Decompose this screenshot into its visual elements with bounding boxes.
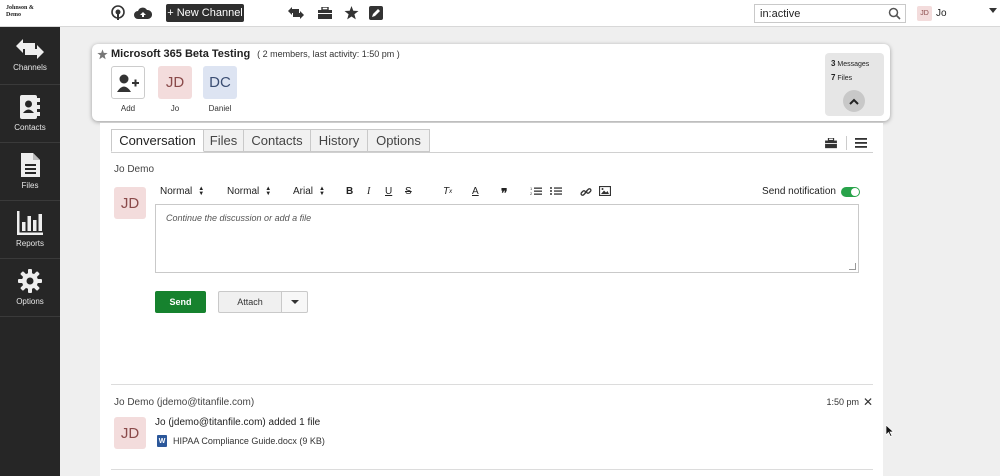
file-icon bbox=[20, 153, 40, 177]
avatar: JD bbox=[158, 66, 192, 99]
briefcase-icon[interactable] bbox=[824, 137, 838, 149]
member-jo[interactable]: JD Jo bbox=[158, 66, 192, 113]
ordered-list-icon[interactable]: 12 bbox=[530, 186, 542, 196]
font-family-select[interactable]: Arial ▲ ▼ bbox=[293, 185, 325, 198]
chevron-down-icon bbox=[989, 8, 997, 13]
tab-bar: Conversation Files Contacts History Opti… bbox=[111, 129, 430, 152]
chevron-up-icon bbox=[849, 98, 859, 105]
bullet-list-icon[interactable] bbox=[550, 186, 562, 196]
composer-author: Jo Demo bbox=[114, 164, 155, 175]
message-editor[interactable]: Continue the discussion or add a file bbox=[155, 204, 859, 273]
tab-options[interactable]: Options bbox=[368, 129, 430, 152]
search-input[interactable]: in:active bbox=[754, 4, 906, 23]
bold-icon[interactable]: B bbox=[346, 186, 353, 197]
close-icon[interactable]: ✕ bbox=[863, 395, 873, 409]
image-icon[interactable] bbox=[599, 186, 611, 196]
sidebar-item-files[interactable]: Files bbox=[0, 143, 60, 201]
top-bar: Johnson & Demo + New Channel in:active J… bbox=[0, 0, 1000, 27]
gear-icon bbox=[18, 269, 42, 293]
send-notification-toggle[interactable]: Send notification bbox=[762, 186, 860, 197]
attach-button[interactable]: Attach bbox=[218, 291, 282, 313]
toggle-switch[interactable] bbox=[841, 186, 860, 197]
strikethrough-icon[interactable]: S bbox=[405, 186, 412, 197]
attach-dropdown-button[interactable] bbox=[282, 291, 308, 313]
link-icon[interactable] bbox=[580, 186, 592, 198]
message-text: Jo (jdemo@titanfile.com) added 1 file bbox=[155, 417, 321, 428]
arrows-exchange-icon bbox=[16, 39, 44, 59]
sidebar-item-reports[interactable]: Reports bbox=[0, 201, 60, 259]
transfer-arrows-icon[interactable] bbox=[286, 4, 306, 22]
tab-conversation[interactable]: Conversation bbox=[111, 129, 204, 152]
channel-meta: ( 2 members, last activity: 1:50 pm ) bbox=[257, 49, 400, 59]
avatar: JD bbox=[114, 417, 146, 449]
channel-header: Microsoft 365 Beta Testing ( 2 members, … bbox=[92, 44, 890, 121]
paragraph-style-select[interactable]: Normal ▲ ▼ bbox=[160, 185, 205, 198]
company-logo[interactable]: Johnson & Demo bbox=[6, 5, 46, 19]
send-button[interactable]: Send bbox=[155, 291, 206, 313]
quote-icon[interactable]: ❞ bbox=[501, 186, 507, 201]
select-arrows-icon: ▲ ▼ bbox=[319, 185, 325, 197]
italic-icon[interactable]: I bbox=[367, 186, 370, 197]
clear-format-icon[interactable]: Tx bbox=[443, 186, 452, 197]
text-color-icon[interactable]: A bbox=[472, 186, 479, 197]
underline-icon[interactable]: U bbox=[385, 186, 392, 197]
channel-stats: 3 Messages 7 Files bbox=[825, 53, 884, 116]
tab-contacts[interactable]: Contacts bbox=[244, 129, 311, 152]
sidebar: Channels Contacts Files Reports Options bbox=[0, 27, 60, 476]
conversation-panel: Conversation Files Contacts History Opti… bbox=[100, 123, 883, 476]
word-document-icon: W bbox=[157, 435, 167, 447]
collapse-button[interactable] bbox=[843, 90, 865, 112]
new-channel-button[interactable]: + New Channel bbox=[166, 4, 244, 22]
avatar: DC bbox=[203, 66, 237, 99]
menu-icon[interactable] bbox=[855, 138, 867, 148]
search-icon[interactable] bbox=[888, 7, 901, 23]
add-member-button[interactable]: Add bbox=[111, 66, 145, 113]
add-user-icon bbox=[117, 74, 139, 92]
sidebar-item-channels[interactable]: Channels bbox=[0, 27, 60, 85]
mouse-cursor-icon bbox=[885, 424, 895, 442]
sidebar-item-options[interactable]: Options bbox=[0, 259, 60, 317]
user-menu[interactable]: JD Jo bbox=[917, 5, 997, 22]
tab-files[interactable]: Files bbox=[204, 129, 244, 152]
select-arrows-icon: ▲ ▼ bbox=[265, 185, 272, 197]
channel-title: Microsoft 365 Beta Testing bbox=[111, 48, 251, 60]
bar-chart-icon bbox=[17, 211, 43, 235]
star-icon[interactable] bbox=[341, 4, 361, 22]
tab-history[interactable]: History bbox=[311, 129, 368, 152]
avatar: JD bbox=[114, 187, 146, 219]
avatar: JD bbox=[917, 6, 932, 21]
resize-handle[interactable] bbox=[849, 263, 856, 270]
svg-text:2: 2 bbox=[530, 191, 533, 196]
editor-toolbar: Normal ▲ ▼ Normal ▲ ▼ Arial ▲ ▼ B I U S Tx A ❞… bbox=[160, 185, 860, 201]
podcast-icon[interactable] bbox=[108, 4, 128, 22]
sidebar-item-contacts[interactable]: Contacts bbox=[0, 85, 60, 143]
address-book-icon bbox=[20, 95, 40, 119]
briefcase-icon[interactable] bbox=[315, 4, 335, 22]
edit-icon[interactable] bbox=[366, 4, 386, 22]
chevron-down-icon bbox=[290, 300, 299, 304]
cloud-upload-icon[interactable] bbox=[133, 4, 153, 22]
star-icon[interactable] bbox=[97, 48, 108, 60]
member-daniel[interactable]: DC Daniel bbox=[203, 66, 237, 113]
select-arrows-icon: ▲ ▼ bbox=[198, 185, 205, 197]
font-size-select[interactable]: Normal ▲ ▼ bbox=[227, 185, 272, 198]
user-name: Jo bbox=[936, 8, 947, 19]
message-author: Jo Demo (jdemo@titanfile.com) bbox=[114, 397, 255, 408]
file-attachment-link[interactable]: W HIPAA Compliance Guide.docx (9 KB) bbox=[157, 435, 325, 447]
message-timestamp: 1:50 pm bbox=[826, 397, 859, 407]
